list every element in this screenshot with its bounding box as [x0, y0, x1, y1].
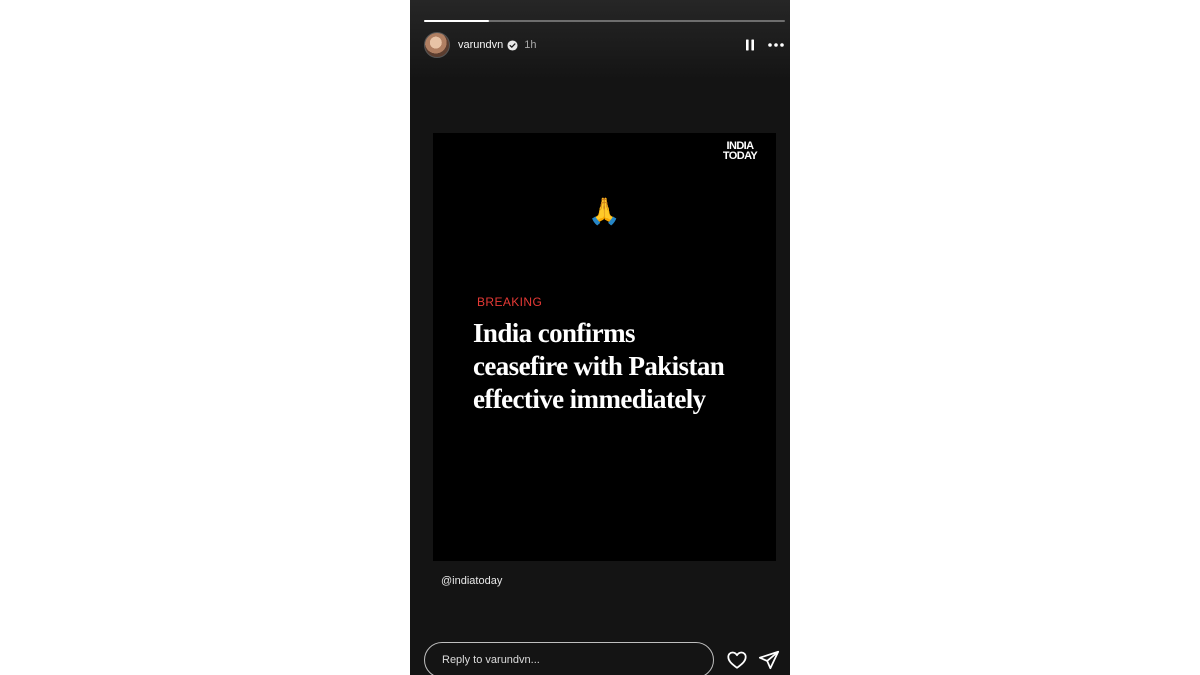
folded-hands-emoji: 🙏 — [588, 197, 621, 227]
reply-bar[interactable] — [424, 642, 714, 675]
header-actions — [743, 38, 785, 52]
headline-line: effective immediately — [473, 384, 706, 414]
story-progress-fill — [424, 20, 489, 22]
breaking-label: BREAKING — [477, 295, 543, 309]
pause-button[interactable] — [743, 38, 757, 52]
india-today-logo: INDIA TODAY — [722, 140, 758, 162]
headline-line: ceasefire with Pakistan — [473, 351, 725, 381]
story-media: INDIA TODAY 🙏 BREAKING India confirms ce… — [433, 133, 776, 561]
username[interactable]: varundvn — [458, 39, 503, 51]
headline-line: India confirms — [473, 318, 635, 348]
pause-icon — [746, 39, 754, 51]
mention-sticker[interactable]: @indiatoday — [441, 575, 502, 587]
reply-input[interactable] — [442, 654, 692, 666]
verified-badge-icon — [507, 39, 518, 51]
story-progress-bar — [424, 20, 785, 22]
post-time: 1h — [524, 39, 537, 51]
headline: India confirms ceasefire with Pakistan e… — [473, 317, 773, 416]
story-header: varundvn 1h — [424, 31, 785, 59]
more-options-button[interactable] — [767, 38, 785, 52]
more-options-icon — [768, 43, 784, 47]
like-button[interactable] — [726, 649, 748, 671]
send-icon — [758, 650, 780, 670]
share-button[interactable] — [758, 649, 780, 671]
heart-icon — [727, 651, 747, 669]
avatar[interactable] — [424, 32, 450, 58]
story-viewer: varundvn 1h INDIA TODAY 🙏 BREAKING India… — [410, 0, 790, 675]
